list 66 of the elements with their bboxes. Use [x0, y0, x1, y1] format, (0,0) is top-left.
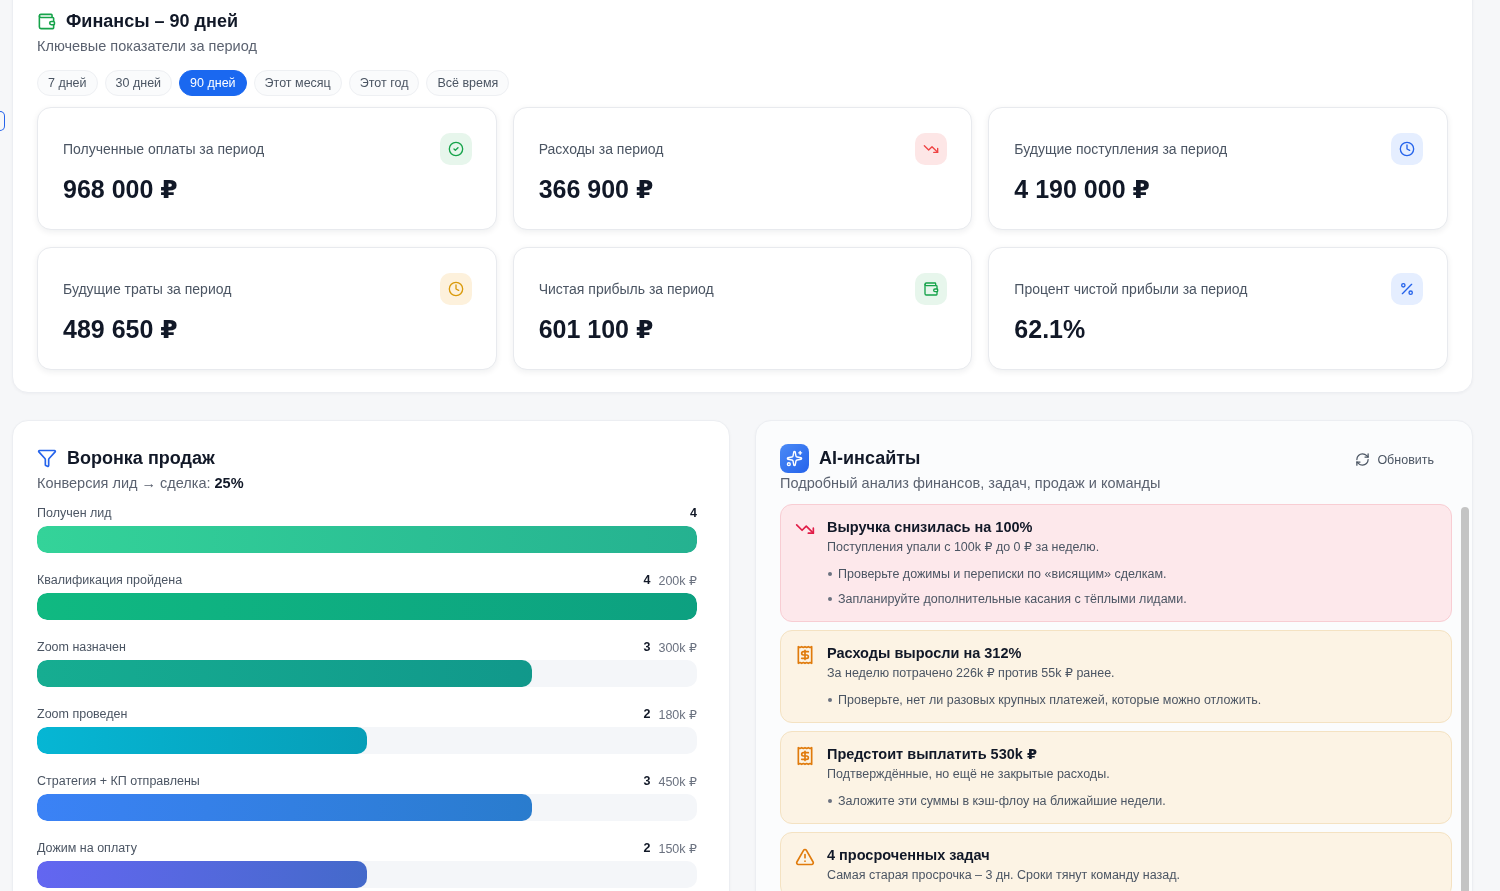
- stage-amount: 450k ₽: [658, 773, 697, 789]
- sparkle-icon: [780, 443, 809, 473]
- stage-count: 4: [643, 573, 651, 587]
- stage-label: Zoom назначен: [37, 640, 126, 654]
- insight-title: Предстоит выплатить 530k ₽: [827, 745, 1038, 763]
- stage-label: Квалификация пройдена: [37, 573, 183, 587]
- metric-label: Будущие траты за период: [63, 281, 232, 297]
- metric-value: 968 000 ₽: [63, 174, 179, 204]
- period-tab[interactable]: 7 дней: [37, 70, 98, 96]
- stage-count: 2: [643, 841, 651, 855]
- panel-title: AI-инсайты: [819, 447, 921, 470]
- metric-label: Полученные оплаты за период: [63, 141, 265, 157]
- metric-value: 489 650 ₽: [63, 314, 179, 344]
- wallet-icon: [37, 11, 56, 31]
- bullet-icon: [828, 799, 832, 803]
- stage-count: 3: [643, 640, 651, 654]
- period-tab[interactable]: 90 дней: [179, 70, 247, 96]
- bullet-icon: [828, 597, 832, 601]
- panel-subtitle: Подробный анализ финансов, задач, продаж и команды: [780, 474, 1162, 493]
- funnel-icon: [37, 448, 57, 468]
- refresh-button[interactable]: Обновить: [1343, 448, 1446, 471]
- panel-title: Финансы – 90 дней: [66, 10, 238, 33]
- stage-count: 2: [643, 707, 651, 721]
- insight-description: За неделю потрачено 226k ₽ против 55k ₽ ранее.: [827, 665, 1116, 682]
- refresh-icon: [1355, 452, 1371, 467]
- stage-label: Zoom проведен: [37, 707, 128, 721]
- panel-title: Воронка продаж: [67, 447, 215, 470]
- period-tab[interactable]: Всё время: [426, 70, 510, 96]
- period-tab[interactable]: 30 дней: [104, 70, 173, 96]
- insight-title: 4 просроченных задач: [827, 846, 991, 864]
- insight-description: Поступления упали с 100k ₽ до 0 ₽ за неделю.: [827, 539, 1101, 556]
- conversion-text: Конверсия лид → сделка: 25%: [37, 474, 245, 493]
- stage-amount: 200k ₽: [658, 572, 697, 588]
- insight-title: Выручка снизилась на 100%: [827, 518, 1034, 536]
- receipt-dollar-icon: [795, 645, 815, 665]
- panel-subtitle: Ключевые показатели за период: [37, 37, 258, 56]
- metric-value: 4 190 000 ₽: [1014, 174, 1151, 204]
- insight-description: Подтверждённые, но ещё не закрытые расходы.: [827, 766, 1111, 783]
- warning-icon: [795, 847, 815, 867]
- period-tab[interactable]: Этот год: [348, 70, 420, 96]
- stage-amount: 150k ₽: [658, 840, 697, 856]
- stage-count: 4: [690, 506, 697, 520]
- metric-label: Процент чистой прибыли за период: [1014, 281, 1248, 297]
- metric-label: Будущие поступления за период: [1014, 141, 1228, 157]
- receipt-dollar-icon: [795, 746, 815, 766]
- stage-label: Дожим на оплату: [37, 841, 137, 855]
- metric-value: 366 900 ₽: [538, 174, 655, 204]
- stage-amount: 180k ₽: [658, 706, 697, 722]
- metric-value: 62.1%: [1014, 314, 1087, 344]
- insight-tip: Проверьте дожимы и переписки по «висящим» сделкам.: [838, 566, 1167, 583]
- insight-description: Самая старая просрочка – 3 дн. Сроки тянут команду назад.: [827, 867, 1180, 884]
- insight-tip: Заложите эти суммы в кэш-флоу на ближайшие недели.: [838, 793, 1166, 810]
- stage-label: Получен лид: [37, 506, 112, 520]
- stage-count: 3: [643, 774, 651, 788]
- bullet-icon: [828, 698, 832, 702]
- metric-value: 601 100 ₽: [538, 314, 655, 344]
- bullet-icon: [828, 572, 832, 576]
- insight-tip: Запланируйте дополнительные касания с тёплыми лидами.: [838, 591, 1187, 608]
- metric-label: Чистая прибыль за период: [538, 281, 714, 297]
- insight-title: Расходы выросли на 312%: [827, 644, 1023, 662]
- stage-label: Стратегия + КП отправлены: [37, 774, 200, 788]
- insight-tip: Проверьте, нет ли разовых крупных платежей, которые можно отложить.: [838, 692, 1262, 709]
- stage-amount: 300k ₽: [658, 639, 697, 655]
- metric-label: Расходы за период: [538, 141, 664, 157]
- scrollbar-thumb[interactable]: [1460, 507, 1469, 891]
- period-tab[interactable]: Этот месяц: [253, 70, 342, 96]
